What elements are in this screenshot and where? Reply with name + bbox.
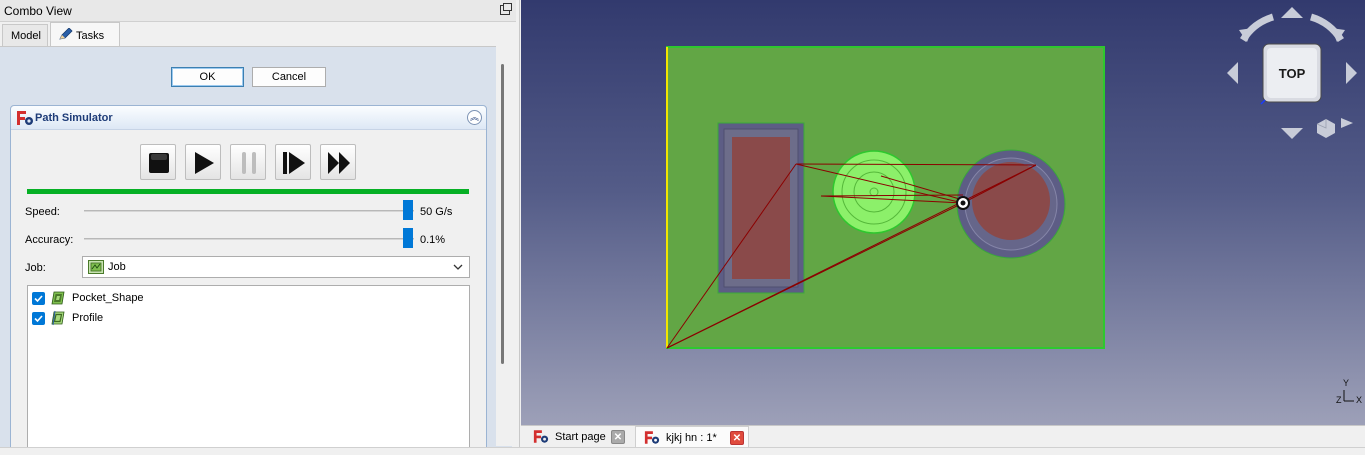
pause-icon (242, 152, 256, 174)
navigation-cube[interactable]: TOP (1227, 7, 1357, 139)
close-icon[interactable]: ✕ (611, 430, 625, 444)
freecad-window: Combo View Model Tasks OK Cancel Path Si… (0, 0, 1365, 455)
3d-scene[interactable]: TOP Y Z X (521, 0, 1365, 425)
cylinder-boss (832, 150, 916, 234)
ok-button[interactable]: OK (171, 67, 244, 87)
path-simulator-title: Path Simulator (35, 112, 113, 124)
rect-pocket-floor (732, 137, 790, 279)
tab-start-page[interactable]: Start page ✕ (525, 426, 633, 448)
3d-view[interactable]: TOP Y Z X (521, 0, 1365, 425)
freecad-logo-icon (644, 431, 660, 444)
axis-z-label: Z (1336, 395, 1342, 405)
list-item[interactable]: Profile (32, 310, 332, 328)
nav-right-arrow-icon[interactable] (1346, 62, 1357, 84)
tool-position-dot (960, 200, 966, 206)
tab-model-label: Model (11, 30, 41, 42)
combo-view-tabs: Model Tasks (0, 22, 516, 46)
nav-left-arrow-icon[interactable] (1227, 62, 1238, 84)
accuracy-label: Accuracy: (25, 234, 74, 246)
round-pocket-floor (972, 162, 1050, 240)
job-icon (88, 260, 104, 274)
collapse-chevron-icon[interactable]: ︽ (467, 110, 482, 125)
job-select-value: Job (108, 261, 126, 273)
fast-forward-button[interactable] (320, 144, 356, 180)
status-bar (0, 447, 1365, 455)
tab-document-label: kjkj hn : 1* (666, 432, 717, 444)
tab-start-page-label: Start page (555, 431, 606, 443)
simulation-progress-bar (27, 189, 469, 194)
checkmark-icon (34, 295, 43, 303)
profile-label: Profile (72, 312, 104, 324)
play-button[interactable] (185, 144, 221, 180)
nav-cube-face-label: TOP (1279, 66, 1306, 81)
close-icon[interactable]: ✕ (730, 431, 744, 445)
cancel-button[interactable]: Cancel (252, 67, 326, 87)
nav-up-arrow-icon[interactable] (1281, 7, 1303, 18)
profile-icon (51, 310, 65, 326)
tab-tasks[interactable]: Tasks (50, 22, 120, 46)
tab-model[interactable]: Model (2, 24, 48, 46)
undock-icon[interactable] (500, 3, 512, 15)
accuracy-value: 0.1% (420, 234, 446, 246)
freecad-logo-icon (17, 111, 33, 125)
tab-document[interactable]: kjkj hn : 1* ✕ (635, 426, 749, 448)
pocket-shape-checkbox[interactable] (32, 292, 45, 305)
document-tab-bar: Start page ✕ kjkj hn : 1* ✕ (521, 425, 1365, 448)
axis-y-label: Y (1343, 378, 1349, 388)
stop-icon (149, 153, 169, 173)
operations-list: Pocket_Shape Profile (27, 285, 470, 450)
scrollbar-thumb[interactable] (501, 64, 504, 364)
path-simulator-header[interactable]: Path Simulator ︽ (11, 106, 486, 130)
chevron-down-icon (453, 264, 463, 270)
combo-view-titlebar: Combo View (0, 0, 516, 22)
nav-down-arrow-icon[interactable] (1281, 128, 1303, 139)
axis-x-label: X (1356, 395, 1362, 405)
accuracy-slider-track[interactable] (84, 238, 414, 240)
speed-slider-handle[interactable] (403, 200, 413, 220)
list-item[interactable]: Pocket_Shape (32, 290, 332, 308)
axis-cross: Y Z X (1336, 378, 1362, 405)
task-panel-scrollbar[interactable] (496, 46, 512, 446)
step-forward-icon (283, 152, 305, 174)
pause-button[interactable] (230, 144, 266, 180)
play-icon (195, 152, 214, 174)
tab-tasks-label: Tasks (76, 30, 105, 42)
step-forward-button[interactable] (275, 144, 311, 180)
job-select[interactable]: Job (82, 256, 470, 278)
profile-checkbox[interactable] (32, 312, 45, 325)
fast-forward-icon (328, 152, 350, 174)
axis-mini-icon (1260, 99, 1266, 105)
stop-button[interactable] (140, 144, 176, 180)
combo-view-panel: Combo View Model Tasks OK Cancel Path Si… (0, 0, 520, 455)
freecad-logo-icon (533, 430, 549, 443)
combo-view-title: Combo View (4, 4, 72, 18)
speed-value: 50 G/s (420, 206, 453, 218)
job-label: Job: (25, 262, 46, 274)
view-menu-arrow-icon[interactable] (1341, 118, 1353, 128)
pocket-shape-label: Pocket_Shape (72, 292, 144, 304)
accuracy-slider-handle[interactable] (403, 228, 413, 248)
pencil-icon (59, 28, 73, 40)
checkmark-icon (34, 315, 43, 323)
pocket-shape-icon (51, 291, 65, 305)
speed-slider-track[interactable] (84, 210, 414, 212)
speed-label: Speed: (25, 206, 60, 218)
